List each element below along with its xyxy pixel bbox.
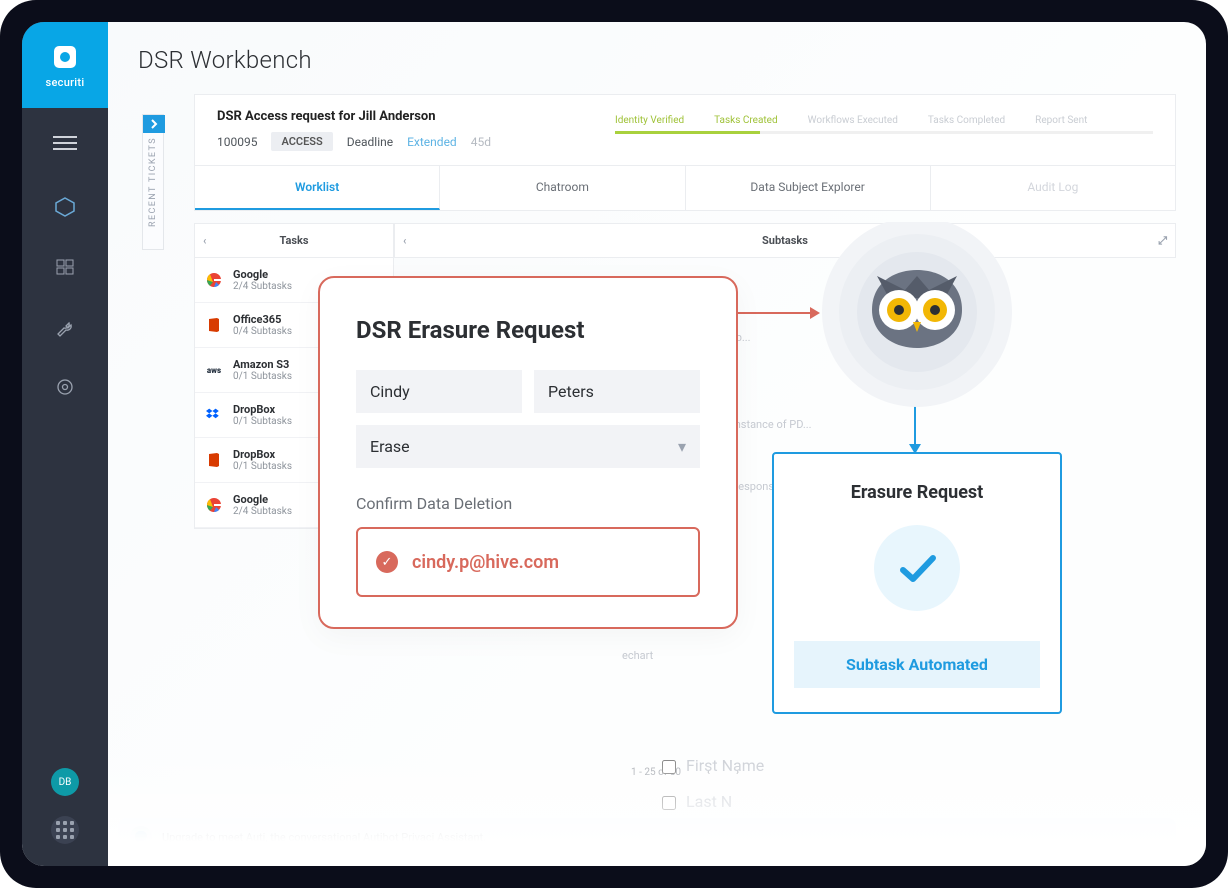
office365-icon xyxy=(205,316,223,334)
action-select-value: Erase xyxy=(370,437,410,456)
deadline-extended-link[interactable]: Extended xyxy=(407,135,457,149)
expand-icon[interactable]: ⤢ xyxy=(1158,234,1167,248)
chevron-left-icon[interactable]: ‹ xyxy=(203,234,206,247)
confirm-email-box[interactable]: ✓ cindy.p@hive.com xyxy=(356,527,700,597)
dropbox-icon xyxy=(205,406,223,424)
gear-icon[interactable] xyxy=(52,374,78,400)
side-rail: securiti DB xyxy=(22,22,108,866)
erasure-request-card: DSR Erasure Request Cindy Peters Erase ▾… xyxy=(318,276,738,629)
action-select[interactable]: Erase ▾ xyxy=(356,425,700,468)
last-name-field[interactable]: Peters xyxy=(534,370,700,413)
status-step: Report Sent xyxy=(1035,115,1087,126)
result-banner: Subtask Automated xyxy=(794,641,1040,688)
tasks-column-header: ‹ Tasks xyxy=(194,223,394,258)
task-sub: 0/1 Subtasks xyxy=(233,371,292,382)
task-sub: 0/4 Subtasks xyxy=(233,326,292,337)
success-check-icon xyxy=(874,525,960,611)
caret-down-icon: ▾ xyxy=(678,437,686,456)
task-name: Google xyxy=(233,268,292,281)
task-name: DropBox xyxy=(233,403,292,416)
status-step: Workflows Executed xyxy=(808,115,898,126)
check-circle-icon: ✓ xyxy=(376,551,398,573)
module-icon-2[interactable] xyxy=(52,254,78,280)
chevron-left-icon[interactable]: ‹ xyxy=(403,234,406,247)
tab-data-subject-explorer[interactable]: Data Subject Explorer xyxy=(686,166,931,210)
status-step: Tasks Created xyxy=(714,115,778,126)
erasure-title: DSR Erasure Request xyxy=(356,316,700,344)
user-avatar[interactable]: DB xyxy=(51,768,79,796)
task-sub: 2/4 Subtasks xyxy=(233,506,292,517)
task-name: Amazon S3 xyxy=(233,358,292,371)
ticket-id: 100095 xyxy=(217,135,257,149)
task-sub: 0/1 Subtasks xyxy=(233,416,292,427)
office365-icon xyxy=(205,451,223,469)
recent-tickets-strip[interactable]: RECENT TICKETS xyxy=(142,114,164,250)
task-sub: 0/1 Subtasks xyxy=(233,461,292,472)
status-step: Tasks Completed xyxy=(928,115,1005,126)
aws-icon: aws xyxy=(205,361,223,379)
result-title: Erasure Request xyxy=(794,482,1040,503)
task-name: DropBox xyxy=(233,448,292,461)
hamburger-icon[interactable] xyxy=(53,132,77,154)
brand-name: securiti xyxy=(46,76,85,89)
confirm-email: cindy.p@hive.com xyxy=(412,552,559,573)
status-step: Identity Verified xyxy=(615,115,684,126)
section-tabs: Worklist Chatroom Data Subject Explorer … xyxy=(194,166,1176,211)
confirm-label: Confirm Data Deletion xyxy=(356,494,700,513)
ticket-header: DSR Access request for Jill Anderson 100… xyxy=(194,94,1176,166)
module-icon-1[interactable] xyxy=(52,194,78,220)
task-sub: 2/4 Subtasks xyxy=(233,281,292,292)
erasure-result-card: Erasure Request Subtask Automated xyxy=(772,452,1062,714)
settings-wrench-icon[interactable] xyxy=(52,314,78,340)
arrow-icon xyxy=(728,312,818,314)
google-icon xyxy=(205,271,223,289)
deadline-label: Deadline xyxy=(347,135,393,149)
chevron-right-icon[interactable] xyxy=(143,115,165,133)
tab-worklist[interactable]: Worklist xyxy=(195,166,440,210)
brand-logo[interactable]: securiti xyxy=(22,22,108,108)
task-name: Office365 xyxy=(233,313,292,326)
subtasks-column-header: ‹ Subtasks ⤢ xyxy=(394,223,1176,258)
tab-audit-log[interactable]: Audit Log xyxy=(931,166,1175,210)
status-track: Identity Verified Tasks Created Workflow… xyxy=(615,115,1153,126)
tab-chatroom[interactable]: Chatroom xyxy=(440,166,685,210)
google-icon xyxy=(205,496,223,514)
app-switcher-icon[interactable] xyxy=(51,816,79,844)
page-title: DSR Workbench xyxy=(138,46,1176,74)
first-name-field[interactable]: Cindy xyxy=(356,370,522,413)
deadline-days: 45d xyxy=(471,135,491,149)
recent-tickets-label: RECENT TICKETS xyxy=(148,137,158,227)
ticket-type-pill: ACCESS xyxy=(271,132,332,151)
task-name: Google xyxy=(233,493,292,506)
privaci-bot-owl xyxy=(812,222,1022,436)
